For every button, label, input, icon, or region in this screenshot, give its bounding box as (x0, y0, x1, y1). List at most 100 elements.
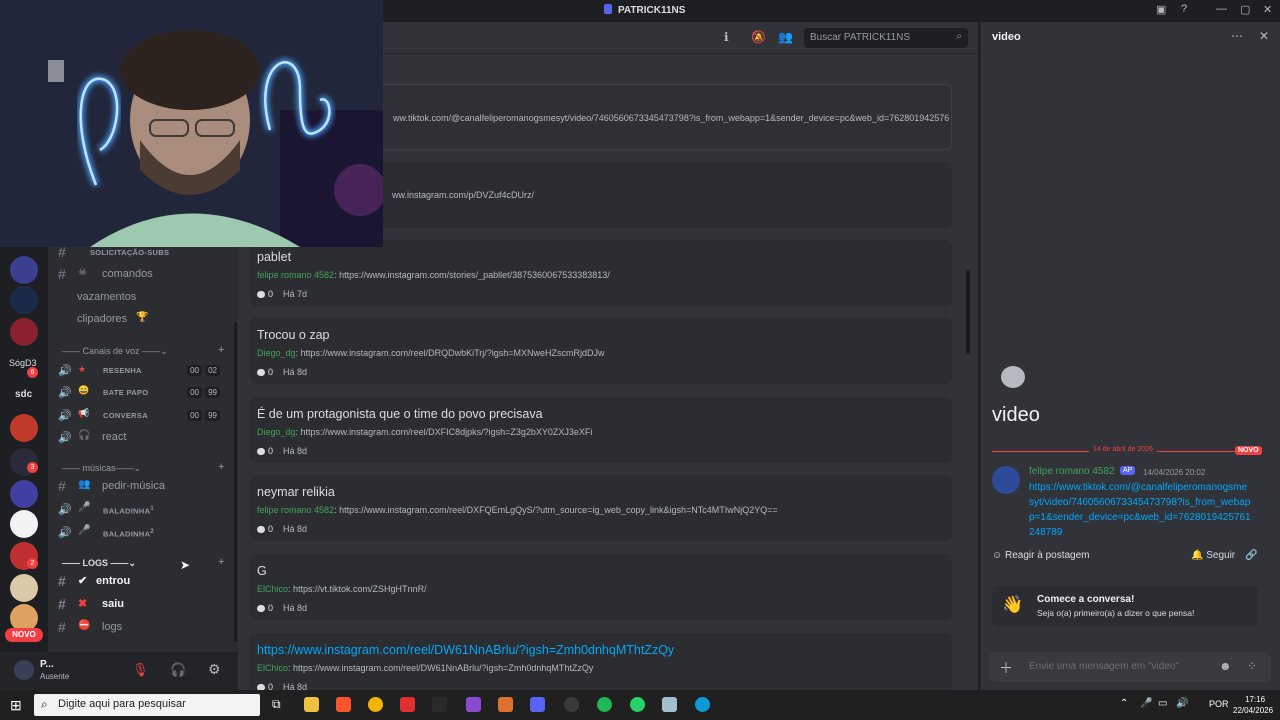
app-icon[interactable] (662, 697, 677, 712)
channel-item[interactable]: # SOLICITAÇÃO-SUBS (58, 244, 228, 264)
channel-item[interactable]: clipadores 🏆 (58, 311, 228, 331)
avatar[interactable] (14, 660, 34, 680)
search-input[interactable]: Buscar PATRICK11NS ⌕ (804, 28, 968, 48)
channel-item[interactable]: # ✖ saiu (58, 596, 228, 616)
close-window-icon[interactable]: ✕ (1263, 3, 1272, 16)
discord-icon[interactable] (530, 697, 545, 712)
server-label[interactable]: sdc (15, 389, 32, 400)
post-preview-text: https://vt.tiktok.com/ZSHgHTnnR/ (293, 584, 427, 594)
language-indicator[interactable]: POR (1209, 699, 1229, 709)
message-author[interactable]: felipe romano 4582 (1029, 466, 1115, 477)
forum-post[interactable]: Trocou o zap Diego_dg: https://www.insta… (250, 318, 952, 384)
channel-item[interactable]: vazamentos (58, 289, 228, 309)
server-icon[interactable] (10, 480, 38, 508)
more-options-icon[interactable]: ⋯ (1231, 29, 1243, 43)
inbox-icon[interactable]: ▣ (1156, 3, 1166, 16)
microphone-icon[interactable]: 🎤 (1140, 698, 1152, 709)
apps-icon[interactable]: ⁘ (1247, 659, 1257, 673)
channel-item[interactable]: # ✔ entrou (58, 573, 228, 593)
add-channel-icon[interactable]: + (218, 344, 224, 356)
emoji-picker-icon[interactable]: ☻ (1219, 659, 1232, 673)
taskbar-search[interactable]: ⌕ Digite aqui para pesquisar (34, 694, 260, 716)
message-link[interactable]: https://www.tiktok.com/@canalfeliperoman… (1029, 480, 1251, 540)
spotify-icon[interactable] (597, 697, 612, 712)
notification-badge: 6 (27, 367, 38, 378)
obs-icon[interactable] (564, 697, 579, 712)
date-divider: 14 de abril de 2026 (1089, 446, 1157, 453)
post-link[interactable]: ww.tiktok.com/@canalfeliperomanogsmesyt/… (393, 113, 949, 123)
server-icon[interactable] (10, 414, 38, 442)
task-view-icon[interactable]: ⧉ (272, 697, 281, 712)
post-preview: ElChico: https://vt.tiktok.com/ZSHgHTnnR… (257, 584, 427, 594)
notification-mute-icon[interactable]: 🔕 (751, 30, 766, 44)
channel-item[interactable]: # 👥 pedir-música (58, 478, 228, 498)
voice-channel[interactable]: 🔊 🎤 BALADINHA2 (58, 524, 228, 544)
forum-post[interactable]: G ElChico: https://vt.tiktok.com/ZSHgHTn… (250, 554, 952, 620)
tray-chevron-icon[interactable]: ⌃ (1120, 698, 1128, 709)
add-channel-icon[interactable]: + (218, 461, 224, 473)
app-icon[interactable] (400, 697, 415, 712)
channel-item[interactable]: # ☠ comandos (58, 266, 228, 286)
voice-channel[interactable]: 🔊 😄 BATE PAPO 00 99 (58, 384, 228, 404)
server-icon[interactable] (10, 318, 38, 346)
info-icon[interactable]: ℹ (724, 30, 729, 44)
react-button[interactable]: ☺ Reagir à postagem (992, 550, 1090, 570)
maximize-icon[interactable]: ▢ (1240, 3, 1250, 16)
forum-post[interactable]: neymar relikia felipe romano 4582: https… (250, 475, 952, 541)
voice-channel[interactable]: 🔊 🎧 react (58, 429, 228, 449)
post-preview-text: https://www.instagram.com/reel/DW61NnABr… (293, 663, 594, 673)
post-link[interactable]: ww.instagram.com/p/DVZuf4cDUrz/ (392, 190, 948, 200)
message-composer[interactable]: ＋ Envie uma mensagem em "video" ☻ ⁘ (989, 652, 1271, 682)
brave-browser-icon[interactable] (336, 697, 351, 712)
minimize-icon[interactable]: — (1216, 3, 1227, 15)
add-channel-icon[interactable]: + (218, 556, 224, 568)
voice-channel[interactable]: 🔊 📢 CONVERSA 00 99 (58, 407, 228, 427)
star-icon: ★ (78, 364, 87, 374)
member-list-icon[interactable]: 👥 (778, 30, 793, 44)
user-panel: P... Ausente 🎙 🎧 ⚙ (0, 652, 238, 690)
chrome-icon[interactable] (368, 697, 383, 712)
file-explorer-icon[interactable] (304, 697, 319, 712)
channel-scrollbar[interactable] (234, 322, 237, 642)
forum-post[interactable]: É de um protagonista que o time do povo … (250, 397, 952, 463)
battery-icon[interactable]: ▭ (1158, 698, 1167, 709)
post-meta: 0 Há 8d (257, 367, 307, 377)
category-music[interactable]: —— músicas——⌄ (62, 463, 141, 474)
post-title[interactable]: https://www.instagram.com/reel/DW61NnABr… (257, 643, 674, 657)
search-icon: ⌕ (41, 697, 48, 711)
volume-icon[interactable]: 🔊 (1176, 698, 1188, 709)
help-icon[interactable]: ? (1181, 3, 1187, 15)
settings-gear-icon[interactable]: ⚙ (208, 661, 221, 678)
server-icon[interactable] (10, 510, 38, 538)
clock-date[interactable]: 22/04/2026 (1233, 706, 1273, 715)
forum-post[interactable]: pablet felipe romano 4582: https://www.i… (250, 240, 952, 306)
server-icon[interactable] (10, 256, 38, 284)
main-scrollbar[interactable] (966, 270, 970, 354)
headset-muted-icon[interactable]: 🎧 (170, 662, 186, 678)
server-icon[interactable] (10, 574, 38, 602)
app-icon[interactable] (498, 697, 513, 712)
app-icon[interactable] (466, 697, 481, 712)
add-attachment-icon[interactable]: ＋ (999, 658, 1013, 678)
edge-icon[interactable] (695, 697, 710, 712)
whatsapp-icon[interactable] (630, 697, 645, 712)
voice-channel[interactable]: 🔊 ★ RESENHA 00 02 (58, 362, 228, 382)
windows-start-icon[interactable]: ⊞ (10, 697, 22, 714)
follow-button[interactable]: 🔔 Seguir (1191, 550, 1235, 570)
mic-muted-icon[interactable]: 🎙 (132, 662, 149, 678)
avatar[interactable] (992, 466, 1020, 494)
clock-time[interactable]: 17:16 (1245, 695, 1265, 704)
category-voice[interactable]: —— Canais de voz ——⌄ (62, 346, 168, 357)
channel-item[interactable]: # ⛔ logs (58, 619, 228, 639)
category-logs[interactable]: —— LOGS ——⌄ (62, 558, 136, 569)
server-icon[interactable] (10, 286, 38, 314)
user-status: Ausente (40, 672, 70, 681)
hash-icon: # (58, 596, 66, 612)
voice-channel[interactable]: 🔊 🎤 BALADINHA1 (58, 501, 228, 521)
close-thread-icon[interactable]: ✕ (1259, 29, 1269, 43)
skull-icon: ☠ (78, 267, 87, 278)
channel-label: react (102, 431, 127, 443)
category-label: Canais de voz (82, 346, 140, 356)
app-icon[interactable] (432, 697, 447, 712)
link-icon[interactable]: 🔗 (1245, 550, 1257, 561)
